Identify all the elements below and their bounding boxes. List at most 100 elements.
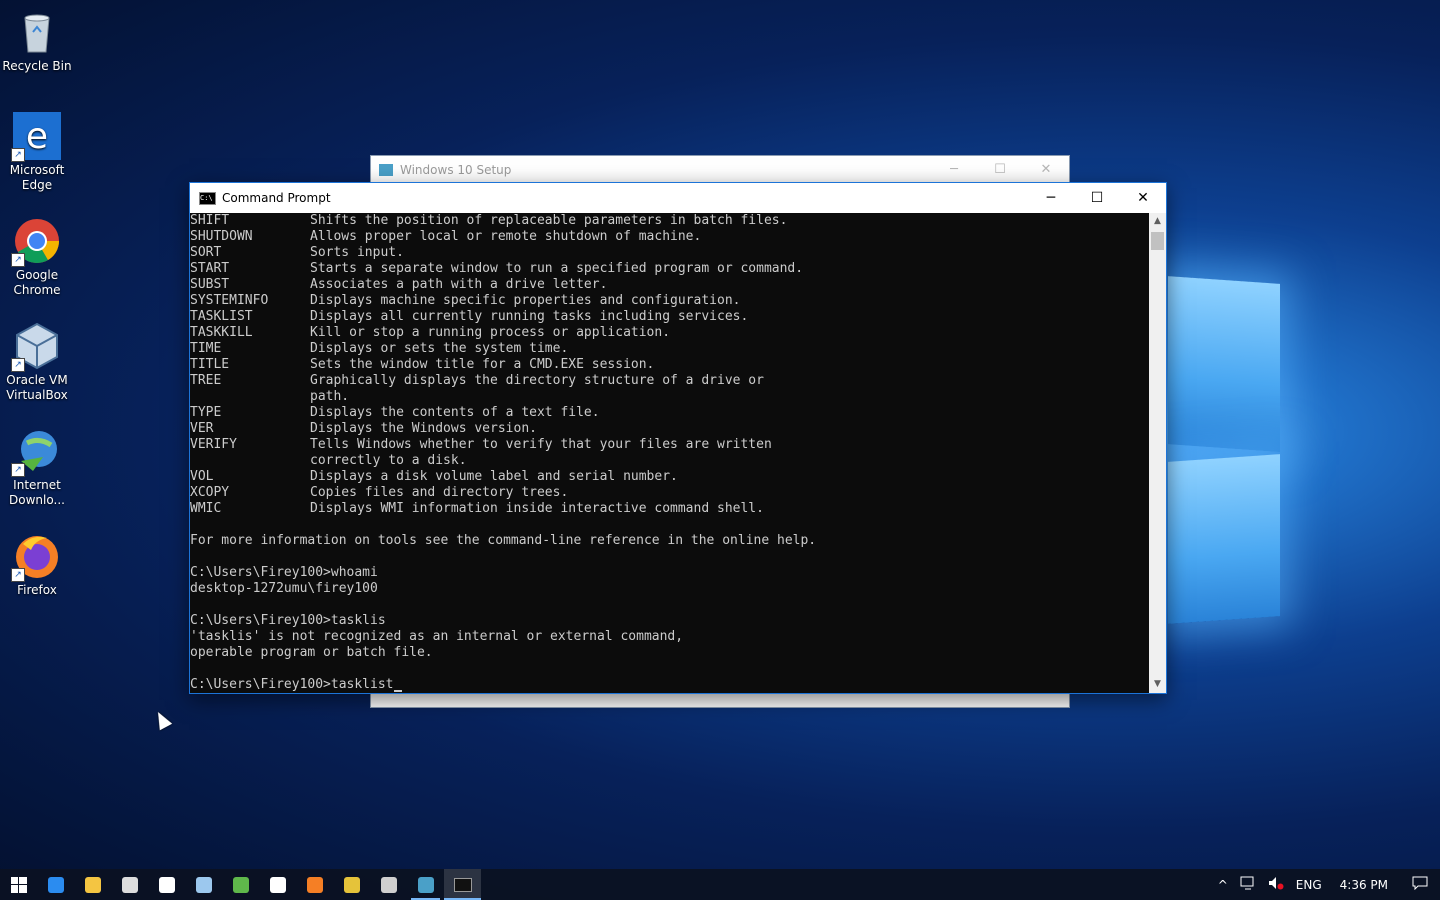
setup-minimize-button[interactable]: ─ bbox=[931, 156, 977, 184]
shortcut-arrow-icon: ↗ bbox=[11, 253, 25, 267]
taskbar-windows-setup-button[interactable] bbox=[407, 869, 444, 900]
taskbar-firefox-button[interactable] bbox=[296, 869, 333, 900]
desktop-icon-label: Recycle Bin bbox=[2, 59, 72, 73]
taskbar-start-windows-button[interactable] bbox=[0, 869, 37, 900]
action-center-icon[interactable] bbox=[1400, 876, 1440, 894]
help-row: XCOPY Copies files and directory trees. bbox=[190, 485, 1150, 501]
console-output[interactable]: SHIFT Shifts the position of replaceable … bbox=[190, 213, 1150, 693]
help-row: SHIFT Shifts the position of replaceable … bbox=[190, 213, 1150, 229]
system-tray: ^ ENG 4:36 PM bbox=[1212, 869, 1440, 900]
help-command-description: Displays the contents of a text file. bbox=[310, 405, 600, 420]
desktop-icon-label: Oracle VM VirtualBox bbox=[6, 373, 68, 402]
help-command-name: WMIC bbox=[190, 501, 222, 516]
show-hidden-icons-chevron-icon[interactable]: ^ bbox=[1212, 878, 1234, 892]
help-command-name: XCOPY bbox=[190, 485, 230, 500]
taskbar-command-prompt-button[interactable] bbox=[444, 869, 481, 900]
desktop-icon-edge[interactable]: e ↗ Microsoft Edge bbox=[2, 112, 72, 193]
cmd-minimize-button[interactable]: ─ bbox=[1028, 183, 1074, 213]
volume-muted-icon[interactable] bbox=[1262, 876, 1290, 893]
help-row: START Starts a separate window to run a s… bbox=[190, 261, 1150, 277]
cmd-titlebar[interactable]: C:\ Command Prompt ─ ☐ ✕ bbox=[190, 183, 1166, 213]
help-command-name: SHIFT bbox=[190, 213, 230, 228]
help-row: SHUTDOWN Allows proper local or remote sh… bbox=[190, 229, 1150, 245]
taskbar-store-button[interactable] bbox=[111, 869, 148, 900]
window-app-icon bbox=[380, 876, 397, 893]
taskbar-window-app-button[interactable] bbox=[370, 869, 407, 900]
taskbar-solitaire-button[interactable] bbox=[259, 869, 296, 900]
chrome-icon: ↗ bbox=[11, 217, 61, 267]
help-command-description: Sets the window title for a CMD.EXE sess… bbox=[310, 357, 655, 372]
help-command-description: Displays WMI information inside interact… bbox=[310, 501, 764, 516]
scroll-up-arrow-icon[interactable]: ▲ bbox=[1149, 213, 1166, 230]
help-row: TASKLIST Displays all currently running t… bbox=[190, 309, 1150, 325]
help-listing: SHIFT Shifts the position of replaceable … bbox=[190, 213, 1150, 517]
cmd-close-button[interactable]: ✕ bbox=[1120, 183, 1166, 213]
desktop-icon-label: Firefox bbox=[17, 583, 57, 597]
help-row: SUBST Associates a path with a drive lett… bbox=[190, 277, 1150, 293]
desktop-icon-recycle-bin[interactable]: Recycle Bin bbox=[2, 8, 72, 74]
taskbar-chrome-button[interactable] bbox=[333, 869, 370, 900]
help-command-name: START bbox=[190, 261, 230, 276]
setup-maximize-button[interactable]: ☐ bbox=[977, 156, 1023, 184]
edge-icon: e ↗ bbox=[11, 112, 61, 162]
help-command-name: VOL bbox=[190, 469, 214, 484]
help-command-description: Starts a separate window to run a specif… bbox=[310, 261, 804, 276]
chrome-icon bbox=[343, 876, 360, 893]
taskbar-virtualbox-button[interactable] bbox=[185, 869, 222, 900]
current-prompt: C:\Users\Firey100>tasklist bbox=[190, 677, 394, 692]
setup-close-button[interactable]: ✕ bbox=[1023, 156, 1069, 184]
desktop-icon-virtualbox[interactable]: ↗ Oracle VM VirtualBox bbox=[2, 322, 72, 403]
help-command-description: Displays machine specific properties and… bbox=[310, 293, 741, 308]
taskbar-file-explorer-button[interactable] bbox=[74, 869, 111, 900]
desktop-icon-chrome[interactable]: ↗ Google Chrome bbox=[2, 217, 72, 298]
svg-text:e: e bbox=[26, 116, 48, 157]
shortcut-arrow-icon: ↗ bbox=[11, 358, 25, 372]
desktop-icon-label: Microsoft Edge bbox=[9, 163, 65, 192]
desktop-icon-internet-download-manager[interactable]: ↗ Internet Downlo... bbox=[2, 427, 72, 508]
current-input-line[interactable]: C:\Users\Firey100>tasklist bbox=[190, 677, 1150, 693]
cmd-maximize-button[interactable]: ☐ bbox=[1074, 183, 1120, 213]
command-prompt-icon: C:\ bbox=[199, 191, 216, 205]
help-row: correctly to a disk. bbox=[190, 453, 1150, 469]
help-command-name: SYSTEMINFO bbox=[190, 293, 269, 308]
help-command-description: Graphically displays the directory struc… bbox=[310, 373, 764, 388]
help-row: VER Displays the Windows version. bbox=[190, 421, 1150, 437]
help-command-name: TREE bbox=[190, 373, 222, 388]
help-command-description: Displays all currently running tasks inc… bbox=[310, 309, 749, 324]
wallpaper-windows-logo bbox=[1160, 276, 1290, 624]
help-row: WMIC Displays WMI information inside inte… bbox=[190, 501, 1150, 517]
help-row: TITLE Sets the window title for a CMD.EXE… bbox=[190, 357, 1150, 373]
help-row: TYPE Displays the contents of a text file… bbox=[190, 405, 1150, 421]
help-row: TASKKILL Kill or stop a running process o… bbox=[190, 325, 1150, 341]
virtualbox-icon: ↗ bbox=[11, 322, 61, 372]
scroll-thumb[interactable] bbox=[1151, 232, 1164, 250]
setup-window-title: Windows 10 Setup bbox=[400, 163, 512, 177]
help-command-name: SUBST bbox=[190, 277, 230, 292]
help-command-name: SHUTDOWN bbox=[190, 229, 253, 244]
command-prompt-window[interactable]: C:\ Command Prompt ─ ☐ ✕ SHIFT Shifts the… bbox=[189, 182, 1167, 694]
more-info-line: For more information on tools see the co… bbox=[190, 533, 817, 548]
desktop-icon-firefox[interactable]: ↗ Firefox bbox=[2, 532, 72, 598]
network-icon[interactable] bbox=[1234, 876, 1262, 893]
cmd-window-title: Command Prompt bbox=[222, 191, 331, 205]
help-command-description: Displays the Windows version. bbox=[310, 421, 537, 436]
vertical-scrollbar[interactable]: ▲ ▼ bbox=[1149, 213, 1166, 693]
taskbar-internet-download-manager-button[interactable] bbox=[222, 869, 259, 900]
shortcut-arrow-icon: ↗ bbox=[11, 463, 25, 477]
clock[interactable]: 4:36 PM bbox=[1328, 878, 1400, 892]
help-command-description: correctly to a disk. bbox=[310, 453, 467, 468]
language-indicator[interactable]: ENG bbox=[1290, 878, 1328, 892]
file-explorer-icon bbox=[84, 876, 101, 893]
help-command-description: Allows proper local or remote shutdown o… bbox=[310, 229, 702, 244]
internet-download-manager-icon bbox=[232, 876, 249, 893]
firefox-icon bbox=[306, 876, 323, 893]
taskbar-mail-button[interactable] bbox=[148, 869, 185, 900]
scroll-down-arrow-icon[interactable]: ▼ bbox=[1149, 676, 1166, 693]
taskbar-edge-button[interactable] bbox=[37, 869, 74, 900]
store-icon bbox=[121, 876, 138, 893]
help-command-name: TITLE bbox=[190, 357, 230, 372]
prompt-tasklis: C:\Users\Firey100>tasklis bbox=[190, 613, 386, 628]
help-command-description: Displays or sets the system time. bbox=[310, 341, 569, 356]
help-command-description: Shifts the position of replaceable param… bbox=[310, 213, 788, 228]
help-row: path. bbox=[190, 389, 1150, 405]
